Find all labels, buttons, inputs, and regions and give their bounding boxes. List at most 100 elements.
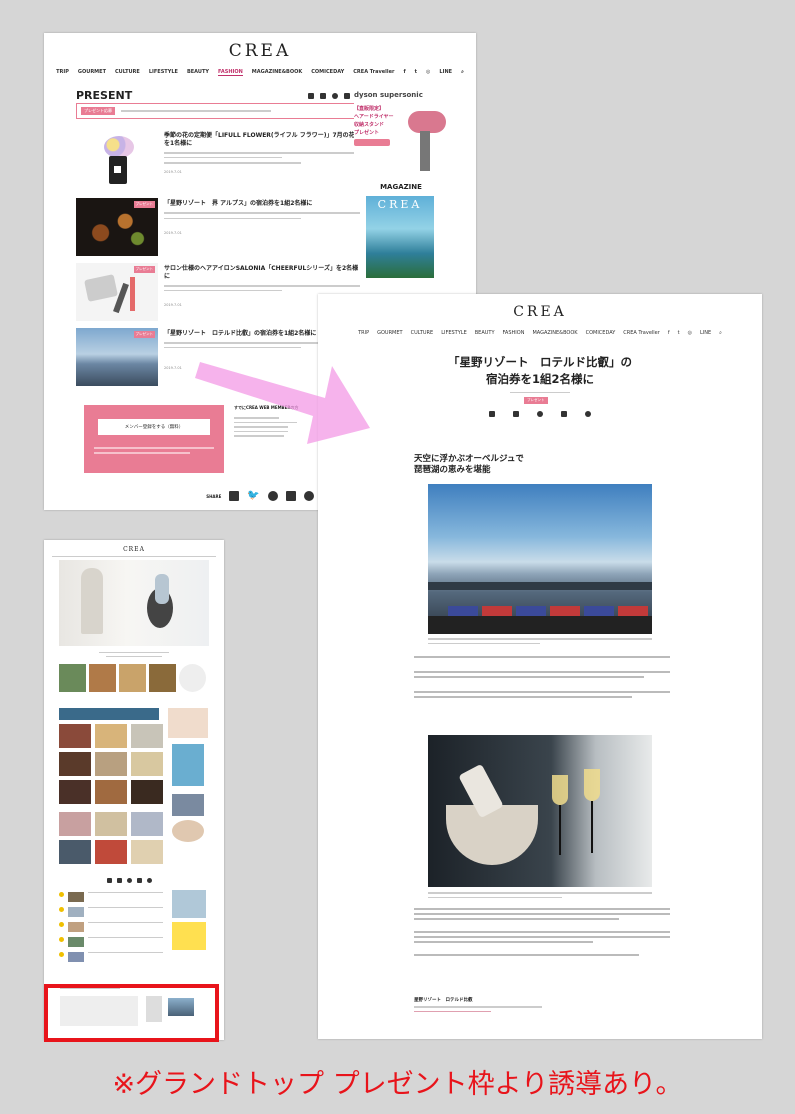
hatena-icon[interactable] (136, 878, 142, 883)
nav-beauty[interactable]: BEAUTY (187, 69, 209, 76)
twitter-icon[interactable]: t (678, 330, 680, 336)
ad-line: プレゼント (354, 130, 380, 136)
googleplus-icon[interactable] (126, 878, 132, 883)
thumbnail[interactable] (59, 664, 86, 692)
thumbnail[interactable] (89, 664, 116, 692)
twitter-icon[interactable] (320, 92, 326, 99)
thumbnail[interactable] (179, 664, 206, 692)
item-date: 2019.7.01 (164, 231, 182, 235)
hatena-icon[interactable] (344, 92, 350, 99)
search-icon[interactable]: ⌕ (719, 330, 722, 336)
caption-note: ※グランドトップ プレゼント枠より誘導あり。 (112, 1069, 683, 1100)
nav-magazine-book[interactable]: MAGAZINE&BOOK (252, 69, 302, 76)
magazine-logo: CREA (377, 198, 423, 211)
twitter-icon[interactable]: 🐦 (247, 491, 259, 501)
site-logo[interactable]: CREA (44, 546, 224, 553)
sidebar-portrait[interactable] (168, 708, 208, 738)
googleplus-icon[interactable] (332, 92, 338, 99)
thumbnail[interactable] (59, 840, 91, 864)
lake-view-thumbnail[interactable]: プレゼント (76, 328, 158, 386)
lake-view-photo (428, 484, 652, 634)
nav-fashion[interactable]: FASHION (503, 330, 525, 336)
nav-trip[interactable]: TRIP (56, 69, 69, 76)
thumbnail[interactable] (131, 840, 163, 864)
facebook-icon[interactable] (229, 491, 240, 501)
thumbnail[interactable] (59, 780, 91, 804)
nav-line[interactable]: LINE (439, 69, 452, 76)
magazine-cover[interactable]: CREA (366, 196, 434, 278)
nav-lifestyle[interactable]: LIFESTYLE (441, 330, 467, 336)
instagram-icon[interactable]: ◎ (688, 330, 692, 336)
thumbnail[interactable] (59, 812, 91, 836)
thumbnail[interactable] (95, 840, 127, 864)
thumbnail[interactable] (131, 724, 163, 748)
thumbnail[interactable] (131, 812, 163, 836)
hero-image[interactable] (59, 560, 209, 646)
sidebar-magazine[interactable] (172, 744, 204, 786)
ad-cta-button[interactable] (354, 139, 390, 146)
ad-line: 収納スタンド (354, 122, 385, 128)
nav-beauty[interactable]: BEAUTY (475, 330, 495, 336)
thumbnail[interactable] (131, 752, 163, 776)
hatena-icon[interactable] (285, 491, 296, 501)
facebook-icon[interactable] (106, 878, 112, 883)
nav-crea-traveller[interactable]: CREA Traveller (623, 330, 660, 336)
googleplus-icon[interactable] (537, 411, 543, 417)
dyson-ad-banner[interactable]: dyson supersonic 【直販限定】 ヘアードライヤー 収納スタンド … (354, 91, 448, 175)
twitter-icon[interactable] (513, 411, 519, 417)
thumbnail[interactable] (119, 664, 146, 692)
facebook-icon[interactable]: f (403, 69, 405, 76)
site-logo[interactable]: CREA (44, 41, 476, 61)
thumbnail[interactable] (59, 752, 91, 776)
thumbnail[interactable] (95, 780, 127, 804)
facebook-icon[interactable] (308, 92, 314, 99)
facebook-icon[interactable] (489, 411, 495, 417)
member-signup-button[interactable]: メンバー登録をする（無料） (98, 419, 210, 435)
nav-culture[interactable]: CULTURE (115, 69, 140, 76)
item-title[interactable]: 「星野リゾート 界 アルプス」の宿泊券を1組2名様に (164, 200, 360, 208)
nav-comiceday[interactable]: COMICEDAY (586, 330, 616, 336)
pinterest-icon[interactable] (585, 411, 591, 417)
ad-line: 【直販限定】 (354, 106, 385, 112)
googleplus-icon[interactable] (267, 491, 278, 501)
thumbnail[interactable] (172, 794, 204, 816)
nav-comiceday[interactable]: COMICEDAY (311, 69, 344, 76)
present-badge: プレゼント (133, 331, 155, 338)
magazine-heading: MAGAZINE (380, 183, 422, 191)
list-item[interactable]: 季節の花の定期便「LIFULL FLOWER(ライフル フラワー)」7月の花を1… (76, 130, 362, 192)
flower-thumbnail[interactable] (76, 130, 158, 188)
thumbnail[interactable] (172, 820, 204, 842)
nav-fashion[interactable]: FASHION (218, 69, 243, 76)
present-badge: プレゼント (133, 201, 155, 208)
hair-iron-thumbnail[interactable]: プレゼント (76, 263, 158, 321)
wine-glasses-photo (428, 735, 652, 887)
thumbnail[interactable] (95, 724, 127, 748)
instagram-icon[interactable]: ◎ (426, 69, 430, 76)
list-item[interactable]: プレゼント 「星野リゾート 界 アルプス」の宿泊券を1組2名様に 2019.7.… (76, 198, 362, 260)
item-title[interactable]: 季節の花の定期便「LIFULL FLOWER(ライフル フラワー)」7月の花を1… (164, 132, 360, 148)
nav-culture[interactable]: CULTURE (411, 330, 434, 336)
thumbnail[interactable] (95, 752, 127, 776)
nav-crea-traveller[interactable]: CREA Traveller (353, 69, 394, 76)
welcome-banner[interactable] (59, 708, 159, 720)
search-icon[interactable]: ⌕ (461, 69, 464, 76)
facebook-icon[interactable]: f (668, 330, 670, 336)
thumbnail[interactable] (95, 812, 127, 836)
nav-gourmet[interactable]: GOURMET (78, 69, 106, 76)
nav-lifestyle[interactable]: LIFESTYLE (149, 69, 178, 76)
thumbnail[interactable] (149, 664, 176, 692)
twitter-icon[interactable] (116, 878, 122, 883)
hatena-icon[interactable] (561, 411, 567, 417)
nav-magazine-book[interactable]: MAGAZINE&BOOK (532, 330, 577, 336)
item-title[interactable]: サロン仕様のヘアアイロンSALONIA「CHEERFULシリーズ」を2名様に (164, 265, 360, 281)
present-badge: プレゼント (133, 266, 155, 273)
pinterest-icon[interactable] (303, 491, 314, 501)
twitter-icon[interactable]: t (415, 69, 417, 76)
article-grid-2 (59, 812, 163, 864)
dinner-thumbnail[interactable]: プレゼント (76, 198, 158, 256)
thumbnail[interactable] (131, 780, 163, 804)
nav-line[interactable]: LINE (700, 330, 711, 336)
pinterest-icon[interactable] (146, 878, 152, 883)
thumbnail[interactable] (59, 724, 91, 748)
hotel-name: 星野リゾート ロテルド比叡 (414, 998, 473, 1003)
